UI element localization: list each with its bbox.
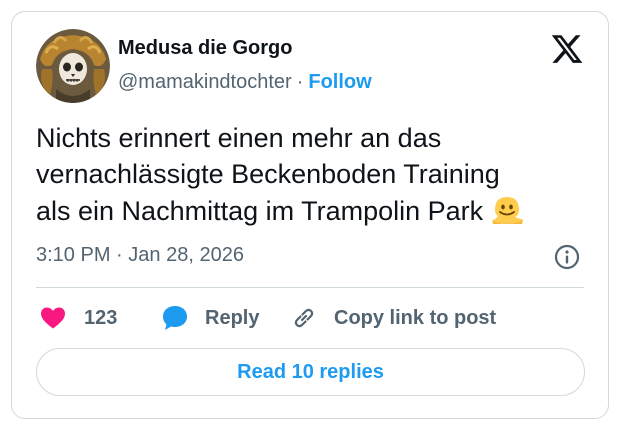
tweet-date: Jan 28, 2026 <box>128 244 244 266</box>
tweet-text-line-1: Nichts erinnert einen mehr an das <box>36 123 442 153</box>
copy-link-button[interactable]: Copy link to post <box>290 300 496 336</box>
tweet-text-line-3: als ein Nachmittag im Trampolin Park <box>36 192 596 229</box>
tweet-text: Nichts erinnert einen mehr an das vernac… <box>36 120 596 229</box>
melting-face-icon <box>489 192 525 228</box>
read-replies-button[interactable]: Read 10 replies <box>36 348 585 396</box>
tweet-time: 3:10 PM <box>36 244 111 266</box>
like-button[interactable]: 123 <box>40 300 117 336</box>
divider <box>36 287 584 288</box>
tweet-timestamp[interactable]: 3:10 PM · Jan 28, 2026 <box>36 244 244 267</box>
author-display-name[interactable]: Medusa die Gorgo <box>118 37 292 60</box>
tweet-card: Medusa die Gorgo @mamakindtochter · Foll… <box>11 11 609 419</box>
reply-label: Reply <box>205 306 260 329</box>
x-logo-icon[interactable] <box>550 32 584 66</box>
speech-bubble-icon <box>161 304 189 332</box>
action-bar: 123 Reply Copy link to post <box>36 300 596 336</box>
author-handle[interactable]: @mamakindtochter <box>118 71 292 94</box>
tweet-text-line-2: vernachlässigte Beckenboden Training <box>36 159 500 189</box>
heart-icon <box>40 306 66 330</box>
link-icon <box>290 304 318 332</box>
info-icon[interactable] <box>553 243 581 271</box>
copy-link-label: Copy link to post <box>334 306 497 329</box>
handle-separator: · <box>296 71 304 93</box>
reply-button[interactable]: Reply <box>161 300 259 336</box>
meta-separator: · <box>116 244 123 266</box>
avatar[interactable] <box>36 29 110 103</box>
follow-button[interactable]: Follow <box>308 71 371 94</box>
tweet-text-line-3-text: als ein Nachmittag im Trampolin Park <box>36 196 484 226</box>
like-count: 123 <box>84 306 118 329</box>
author-handle-row: @mamakindtochter · Follow <box>118 71 372 94</box>
